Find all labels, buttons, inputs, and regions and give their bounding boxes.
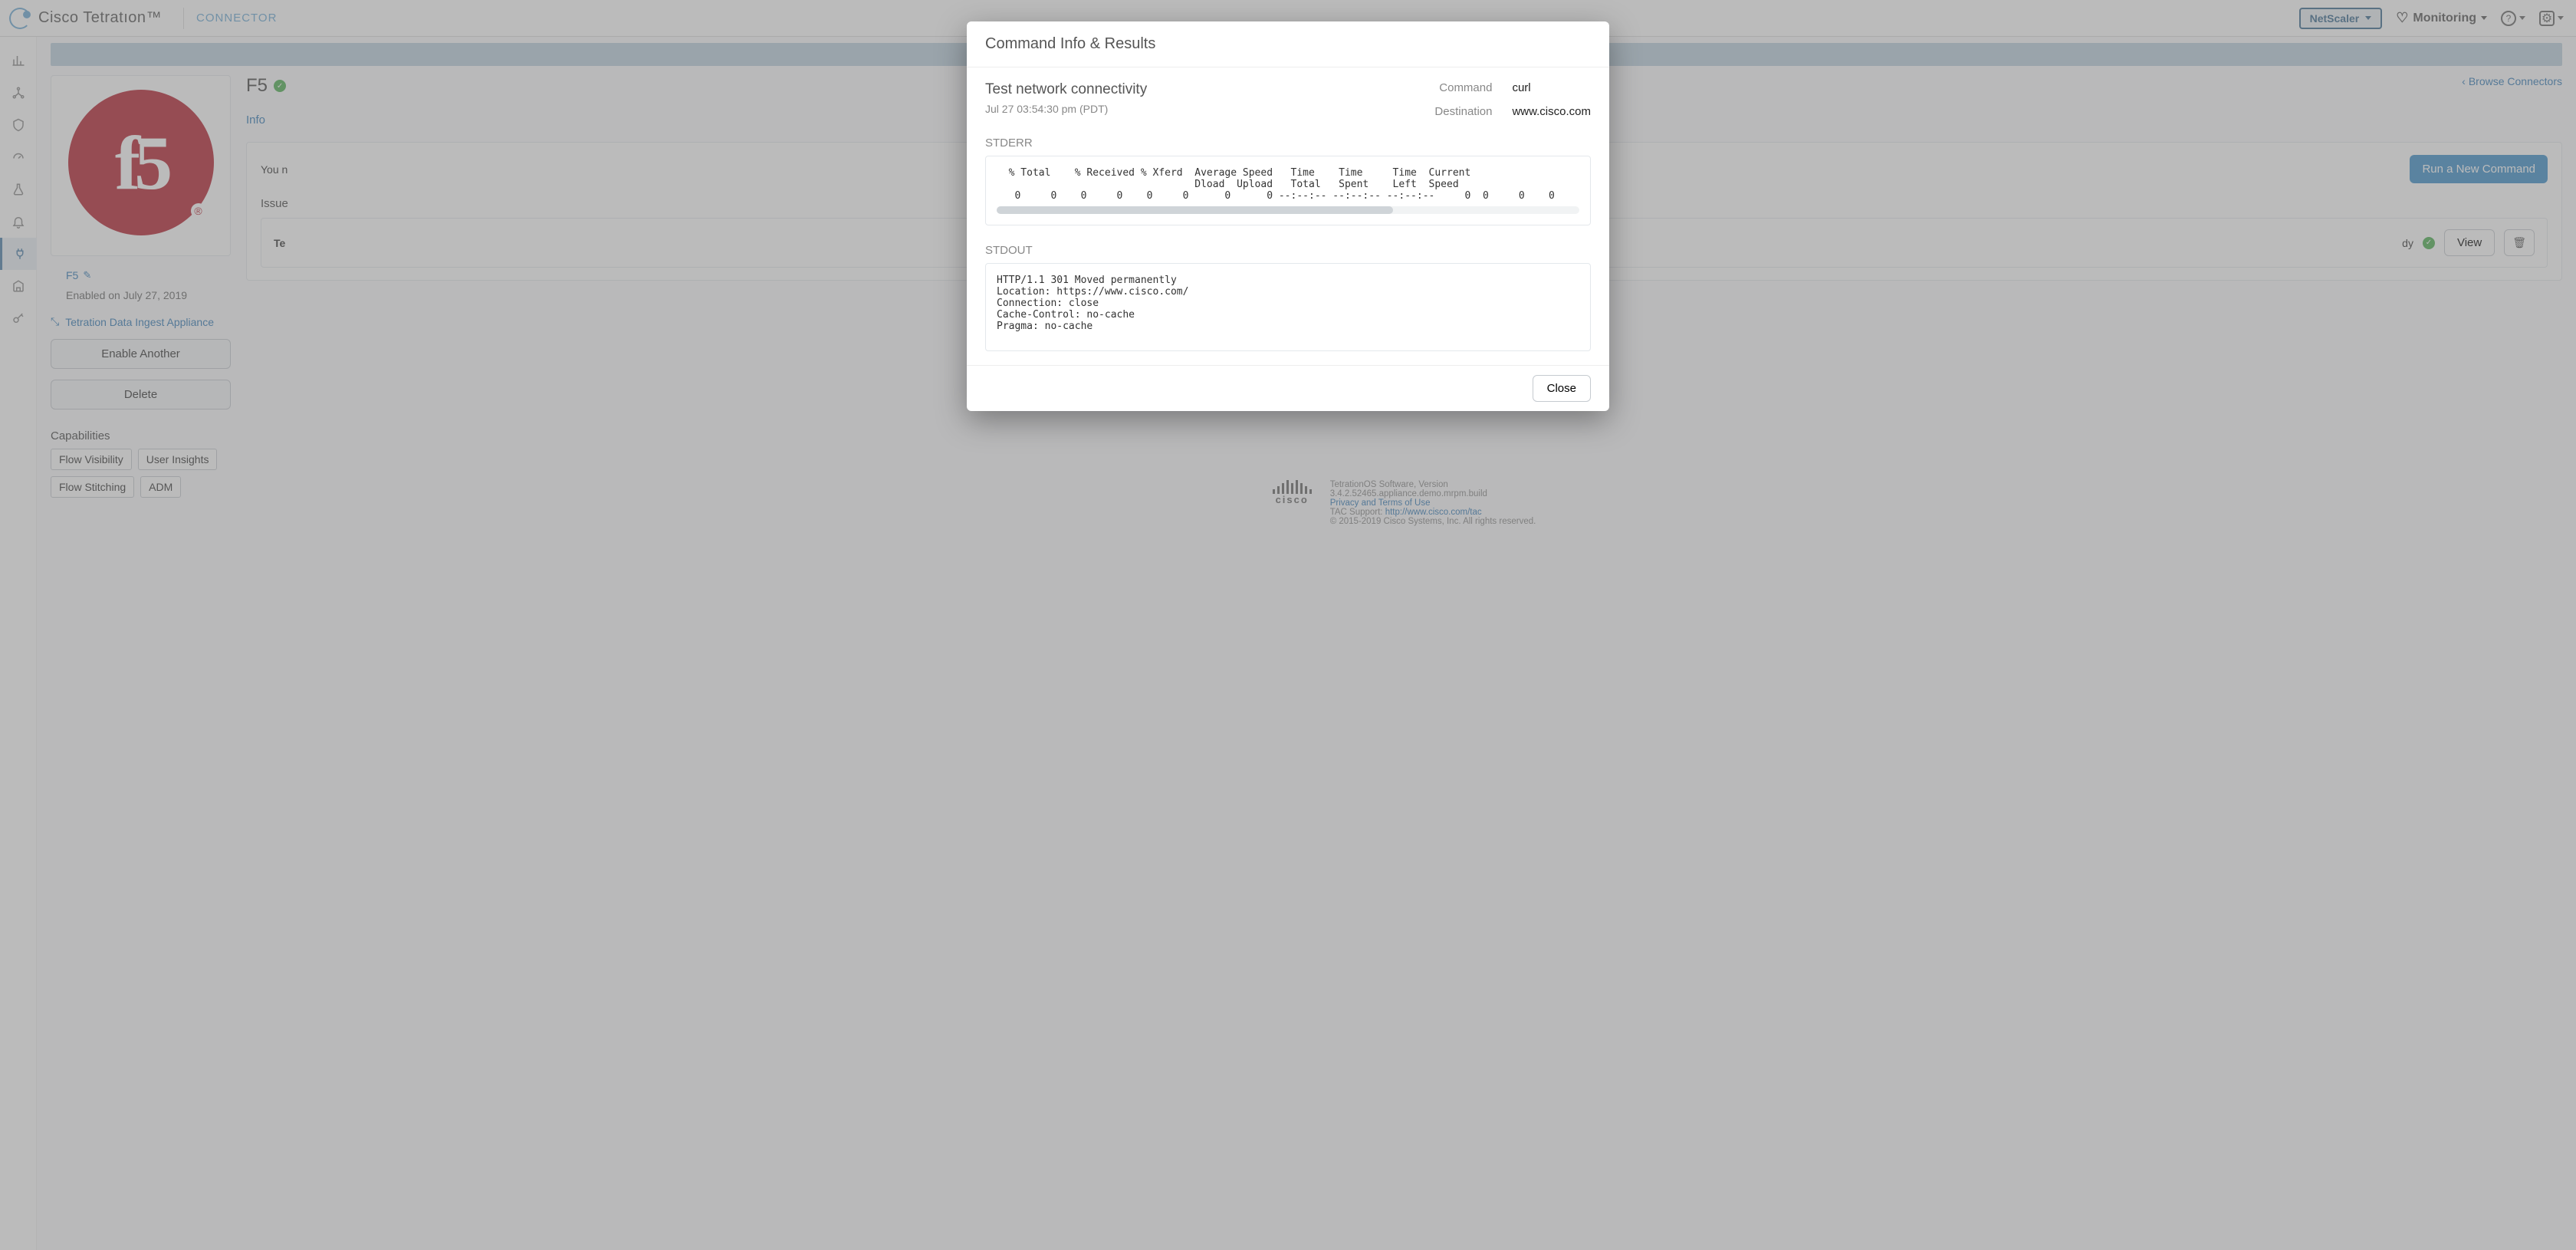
stdout-box[interactable]: HTTP/1.1 301 Moved permanently Location:… [985,263,1591,351]
modal-title: Command Info & Results [985,35,1591,53]
scrollbar-thumb[interactable] [997,206,1393,214]
command-subtitle: Test network connectivity [985,81,1147,98]
stderr-box[interactable]: % Total % Received % Xferd Average Speed… [985,156,1591,225]
close-button[interactable]: Close [1533,375,1591,402]
kv-command-label: Command [1434,81,1492,94]
command-kv: Command curl Destination www.cisco.com [1434,81,1591,118]
stderr-label: STDERR [985,137,1591,150]
command-results-modal: Command Info & Results Test network conn… [967,21,1609,411]
kv-destination-value: www.cisco.com [1512,105,1591,118]
kv-destination-label: Destination [1434,105,1492,118]
stderr-scrollbar[interactable] [997,206,1579,214]
stderr-text: % Total % Received % Xferd Average Speed… [997,167,1579,202]
stdout-text: HTTP/1.1 301 Moved permanently Location:… [997,275,1579,332]
kv-command-value: curl [1512,81,1591,94]
stdout-label: STDOUT [985,244,1591,257]
modal-body: Test network connectivity Jul 27 03:54:3… [967,67,1609,365]
modal-header: Command Info & Results [967,21,1609,67]
modal-footer: Close [967,365,1609,411]
modal-overlay[interactable]: Command Info & Results Test network conn… [0,0,2576,1250]
command-timestamp: Jul 27 03:54:30 pm (PDT) [985,103,1147,115]
